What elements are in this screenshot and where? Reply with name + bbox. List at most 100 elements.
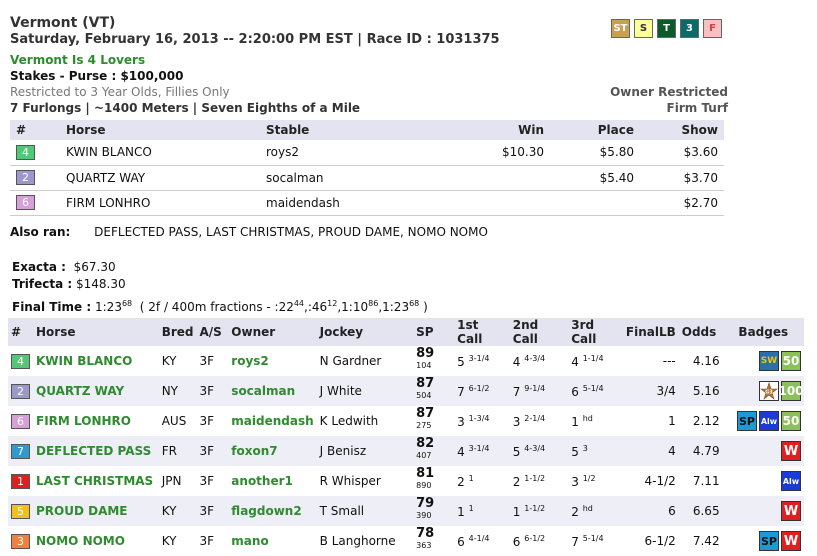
owner-link[interactable]: maidendash xyxy=(228,406,316,436)
trifecta-value: $148.30 xyxy=(76,277,126,291)
second-call: 6 6-1/2 xyxy=(510,526,568,556)
alw-icon[interactable]: Alw xyxy=(759,411,779,431)
odds: 6.65 xyxy=(678,496,723,526)
second-call-margin: 1-1/2 xyxy=(524,503,546,513)
entry-row: 4 KWIN BLANCO KY 3F roys2 N Gardner 89 1… xyxy=(8,346,804,376)
owner-link[interactable]: socalman xyxy=(228,376,317,406)
results-pp-cell: 6 xyxy=(10,190,60,216)
results-stable: roys2 xyxy=(260,140,460,166)
100-icon[interactable]: 100 xyxy=(778,381,804,401)
post-position-badge: 2 xyxy=(11,383,30,399)
odds: 7.11 xyxy=(692,474,720,488)
main-header-sp: SP xyxy=(413,318,455,346)
results-header-horse: Horse xyxy=(60,120,260,140)
speed-points: 89 104 xyxy=(413,346,454,376)
first-call-margin: 3-1/4 xyxy=(468,443,490,453)
second-call-margin: 4-3/4 xyxy=(524,443,546,453)
sp-value: 78 xyxy=(416,526,435,541)
sw-icon[interactable]: SW xyxy=(759,351,779,371)
alw-icon[interactable]: Alw xyxy=(781,471,801,491)
horse-name-link[interactable]: LAST CHRISTMAS xyxy=(33,466,159,496)
owner-restricted-label: Owner Restricted xyxy=(610,85,728,99)
race-distance: 7 Furlongs | ~1400 Meters | Seven Eighth… xyxy=(10,101,361,115)
second-call-pos: 3 xyxy=(512,414,521,429)
third-call: 4 1-1/4 xyxy=(568,346,623,376)
sp-value: 89 xyxy=(416,346,435,361)
main-header-final-lb: FinalLB xyxy=(622,318,679,346)
second-call-margin: 9-1/4 xyxy=(524,383,546,393)
owner-link[interactable]: another1 xyxy=(228,466,316,496)
exacta-label: Exacta : xyxy=(12,260,66,274)
w-icon[interactable]: W xyxy=(781,501,801,521)
bred: JPN xyxy=(161,474,182,488)
age-sex: 3F xyxy=(199,354,215,368)
main-header-1st-call: 1st Call xyxy=(454,318,510,346)
odds: 4.79 xyxy=(678,436,723,466)
third-call: 7 5-1/4 xyxy=(568,526,623,556)
entry-row: 1 LAST CHRISTMAS JPN 3F another1 R Whisp… xyxy=(8,466,804,496)
owner-link[interactable]: mano xyxy=(228,526,316,556)
fraction-3-sup: 86 xyxy=(368,299,379,308)
sp-value: 81 xyxy=(416,466,435,481)
second-call-pos: 4 xyxy=(512,354,521,369)
fraction-2: ,:46 xyxy=(304,300,328,314)
bred: KY xyxy=(158,496,197,526)
owner-link[interactable]: roys2 xyxy=(228,346,316,376)
post-position-badge: 6 xyxy=(11,413,30,429)
results-header-stable: Stable xyxy=(260,120,460,140)
horse-name-link[interactable]: KWIN BLANCO xyxy=(33,346,159,376)
50-icon[interactable]: 50 xyxy=(781,351,801,371)
jockey: J White xyxy=(316,376,414,406)
sp-sup: 363 xyxy=(416,541,432,550)
post-position-badge: 1 xyxy=(11,473,30,489)
horse-name-link[interactable]: NOMO NOMO xyxy=(33,526,159,556)
age-sex: 3F xyxy=(196,496,229,526)
exacta-value: $67.30 xyxy=(73,260,116,274)
horse-name-link[interactable]: FIRM LONHRO xyxy=(33,406,159,436)
w-icon[interactable]: W xyxy=(781,531,801,551)
entry-pp-cell: 1 xyxy=(8,466,33,496)
owner-link[interactable]: foxon7 xyxy=(228,436,317,466)
horse-name-link[interactable]: DEFLECTED PASS xyxy=(33,436,159,466)
sp-icon[interactable]: SP xyxy=(737,411,757,431)
sp-sup: 104 xyxy=(416,361,432,370)
entry-pp-cell: 7 xyxy=(8,436,33,466)
age-sex: 3F xyxy=(199,534,215,548)
sp-icon[interactable]: SP xyxy=(759,531,779,551)
horse-name-link[interactable]: PROUD DAME xyxy=(33,496,159,526)
main-header-horse: Horse xyxy=(33,318,159,346)
badges-cell: W xyxy=(722,436,804,466)
first-call-pos: 6 xyxy=(457,534,465,549)
fraction-4-sup: 68 xyxy=(409,299,420,308)
jockey: J Benisz xyxy=(316,436,414,466)
owner-link[interactable]: flagdown2 xyxy=(228,496,317,526)
fillies-badge: F xyxy=(703,19,722,38)
w-icon[interactable]: W xyxy=(781,441,801,461)
sp-value: 87 xyxy=(416,376,435,391)
race-purse: Stakes - Purse : $100,000 xyxy=(10,69,184,83)
entry-pp-cell: 3 xyxy=(8,526,33,556)
sp-sup: 890 xyxy=(416,481,432,490)
g3-icon[interactable]: G3 xyxy=(759,381,779,401)
results-win xyxy=(460,190,550,216)
first-call-pos: 7 xyxy=(457,384,465,399)
50-icon[interactable]: 50 xyxy=(781,411,801,431)
second-call: 4 4-3/4 xyxy=(510,346,568,376)
final-lb: 6 xyxy=(622,496,679,526)
third-call-margin: 3 xyxy=(582,443,588,453)
horse-name-link[interactable]: QUARTZ WAY xyxy=(33,376,159,406)
second-call: 7 9-1/4 xyxy=(509,376,569,406)
results-header-num: # xyxy=(10,120,60,140)
third-call: 2 hd xyxy=(568,496,623,526)
second-call-pos: 5 xyxy=(512,444,521,459)
third-call-pos: 7 xyxy=(571,534,579,549)
bred: KY xyxy=(161,534,177,548)
entry-pp-cell: 4 xyxy=(8,346,33,376)
second-call: 5 4-3/4 xyxy=(509,436,569,466)
entry-row: 6 FIRM LONHRO AUS 3F maidendash K Ledwit… xyxy=(8,406,804,436)
results-row: 4 KWIN BLANCO roys2 $10.30 $5.80 $3.60 xyxy=(10,140,724,166)
final-lb: 4 xyxy=(622,436,679,466)
race-restriction: Restricted to 3 Year Olds, Fillies Only xyxy=(10,85,230,99)
results-pp-cell: 4 xyxy=(10,140,60,166)
first-call-pos: 4 xyxy=(457,444,465,459)
